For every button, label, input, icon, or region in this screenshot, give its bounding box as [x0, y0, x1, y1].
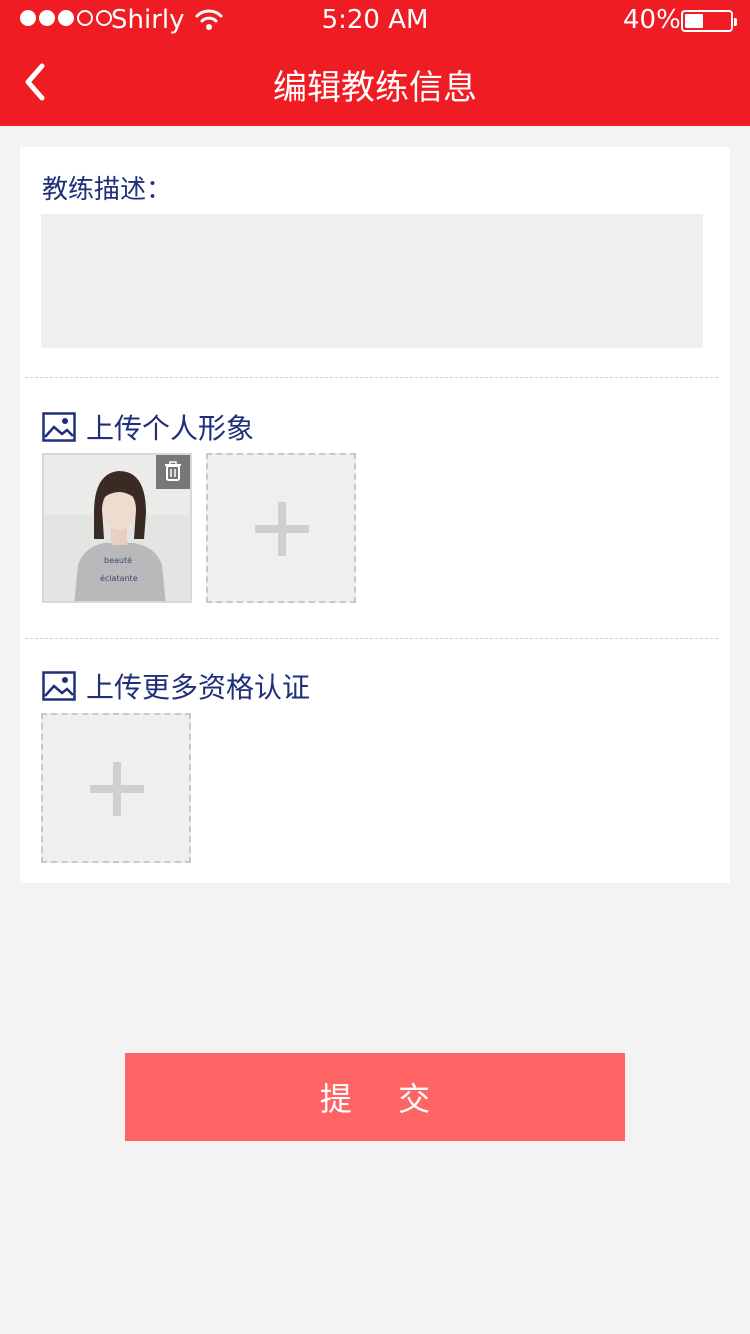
svg-text:beauté: beauté: [104, 555, 132, 565]
page-title: 编辑教练信息: [273, 68, 477, 108]
qualification-title: 上传更多资格认证: [86, 671, 311, 704]
coach-info-card: 教练描述： 上传个人形象 beauté éclatante 上传更多资格认证: [20, 147, 730, 883]
qualification-section-header: 上传更多资格认证: [42, 666, 310, 706]
battery-icon: [681, 10, 737, 32]
submit-button[interactable]: 提 交: [125, 1053, 625, 1141]
add-qualification-button[interactable]: [41, 713, 191, 863]
divider: [25, 377, 718, 378]
description-input[interactable]: [41, 214, 703, 348]
image-icon: [42, 412, 76, 442]
personal-photo-thumbnail[interactable]: beauté éclatante: [42, 453, 192, 603]
divider: [25, 638, 718, 639]
nav-bar: 编辑教练信息: [0, 40, 750, 126]
personal-image-section-header: 上传个人形象: [42, 407, 254, 447]
app-header: Shirly 5:20 AM 40% 编辑教练信息: [0, 0, 750, 126]
personal-image-title: 上传个人形象: [86, 412, 255, 445]
description-label: 教练描述：: [42, 175, 173, 205]
status-bar: Shirly 5:20 AM 40%: [0, 0, 750, 40]
battery-percentage: 40%: [623, 5, 681, 35]
svg-text:éclatante: éclatante: [100, 573, 138, 583]
image-icon: [42, 671, 76, 701]
trash-icon[interactable]: [156, 455, 190, 489]
add-personal-image-button[interactable]: [206, 453, 356, 603]
